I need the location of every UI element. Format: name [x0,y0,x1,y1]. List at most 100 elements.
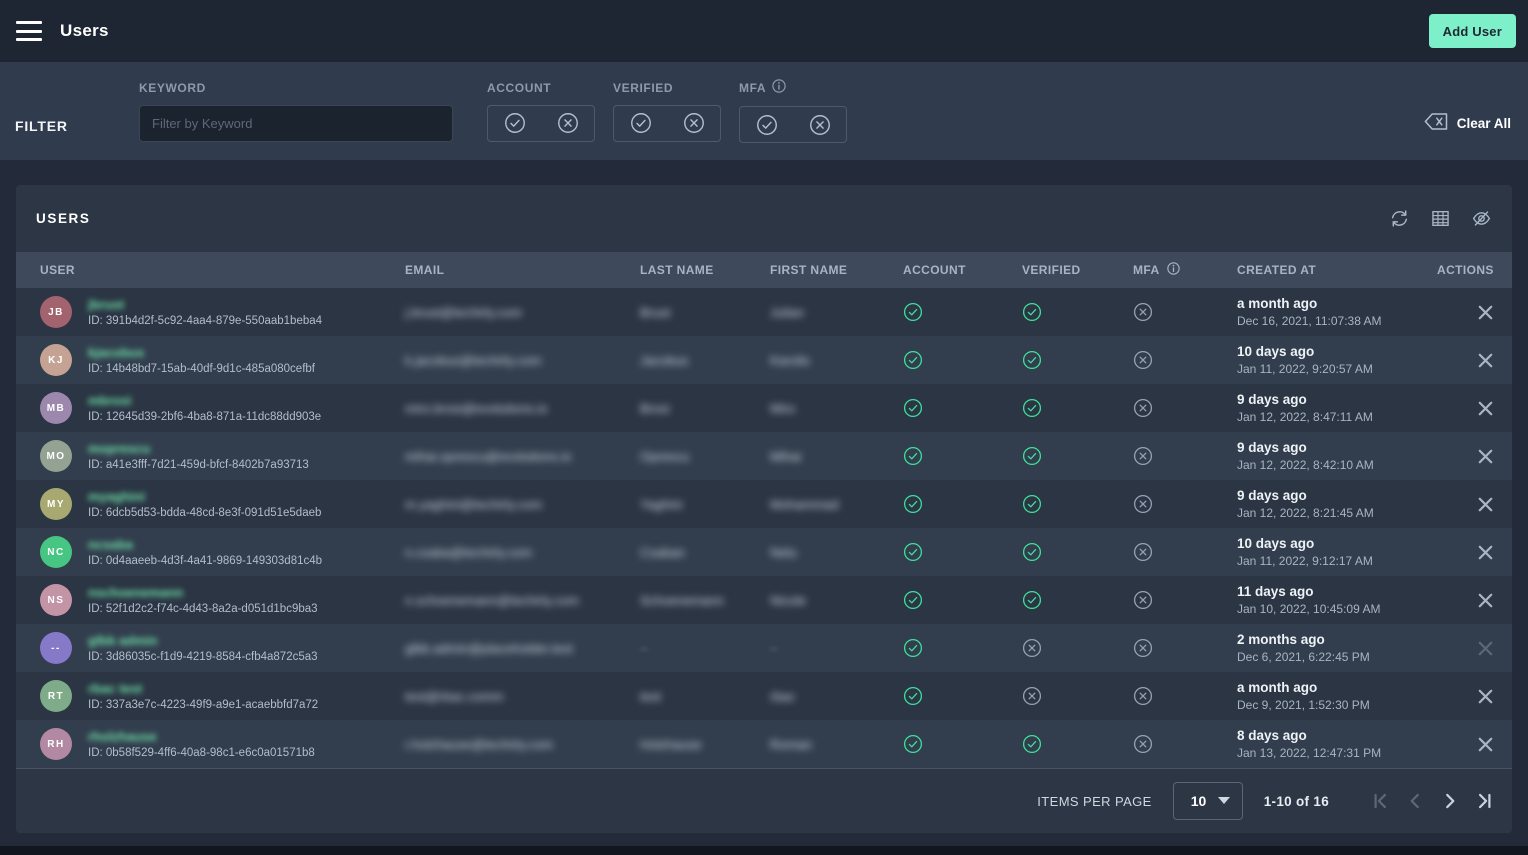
table-row[interactable]: NS nschoenemann ID: 52f1d2c2-f74c-4d43-8… [16,576,1512,624]
first-page-button[interactable] [1369,790,1391,812]
mfa-filter-label: MFA [739,79,847,96]
created-relative: a month ago [1237,296,1437,311]
username: jbrust [88,297,322,312]
table-row[interactable]: NC ncsaba ID: 0d4aaeeb-4d3f-4a41-9869-14… [16,528,1512,576]
username: moprescu [88,441,309,456]
first-name-cell: Nelu [770,545,903,560]
user-id: ID: 14b48bd7-15ab-40df-9d1c-485a080cefbf [88,363,315,375]
user-id: ID: 12645d39-2bf6-4ba8-871a-11dc88dd903e [88,411,321,423]
users-panel-title: USERS [36,211,91,226]
actions-cell [1437,544,1512,561]
first-name-cell: Miro [770,401,903,416]
info-icon[interactable] [772,79,786,96]
delete-user-icon[interactable] [1477,688,1494,705]
column-header-account: ACCOUNT [903,263,1022,277]
user-cell: KJ kjacobus ID: 14b48bd7-15ab-40df-9d1c-… [16,344,405,376]
table-row[interactable]: JB jbrust ID: 391b4d2f-5c92-4aa4-879e-55… [16,288,1512,336]
column-header-user: USER [16,263,405,277]
add-user-button[interactable]: Add User [1429,14,1516,48]
content-area: USERS USER EMAIL LAST [0,160,1528,855]
top-bar: Users Add User [0,0,1528,62]
check-circle-icon[interactable] [756,114,778,136]
last-name-cell: Csaban [640,545,770,560]
delete-user-icon[interactable] [1477,592,1494,609]
first-name-cell: Mohammad [770,497,903,512]
keyword-input[interactable] [139,105,453,142]
user-cell: RT rbac test ID: 337a3e7c-4223-49f9-a9e1… [16,680,405,712]
email-cell: k.jacobus@techirly.com [405,353,640,368]
clear-all-button[interactable]: Clear All [1424,112,1511,134]
created-date: Jan 12, 2022, 8:21:45 AM [1237,506,1437,520]
mfa-status-icon [1133,638,1237,658]
created-at-cell: a month ago Dec 9, 2021, 1:52:30 PM [1237,680,1437,712]
actions-cell [1437,688,1512,705]
delete-user-icon[interactable] [1477,640,1494,657]
verified-status-icon [1022,638,1133,658]
table-row[interactable]: KJ kjacobus ID: 14b48bd7-15ab-40df-9d1c-… [16,336,1512,384]
x-circle-icon[interactable] [557,112,579,134]
created-date: Jan 13, 2022, 12:47:31 PM [1237,746,1437,760]
created-at-cell: 2 months ago Dec 6, 2021, 6:22:45 PM [1237,632,1437,664]
verified-filter-toggle [613,105,721,142]
last-name-cell: Schoenemann [640,593,770,608]
created-at-cell: 11 days ago Jan 10, 2022, 10:45:09 AM [1237,584,1437,616]
last-name-cell: -- [640,641,770,655]
created-at-cell: 10 days ago Jan 11, 2022, 9:20:57 AM [1237,344,1437,376]
table-row[interactable]: RH rholzhause ID: 0b58f529-4ff6-40a8-98c… [16,720,1512,768]
account-status-icon [903,734,1022,754]
account-status-icon [903,590,1022,610]
delete-user-icon[interactable] [1477,352,1494,369]
delete-user-icon[interactable] [1477,304,1494,321]
avatar: MY [40,488,72,520]
table-row[interactable]: -- glbb admin ID: 3d86035c-f1d9-4219-858… [16,624,1512,672]
next-page-button[interactable] [1439,790,1461,812]
email-cell: n.csaba@techirly.com [405,545,640,560]
delete-user-icon[interactable] [1477,400,1494,417]
table-view-icon[interactable] [1430,208,1451,229]
user-id: ID: 0b58f529-4ff6-40a8-98c1-e6c0a01571b8 [88,747,315,759]
first-name-cell: Nicole [770,593,903,608]
check-circle-icon[interactable] [504,112,526,134]
avatar: MB [40,392,72,424]
delete-user-icon[interactable] [1477,736,1494,753]
items-per-page-select[interactable]: 10 [1173,782,1243,820]
mfa-status-icon [1133,350,1237,370]
x-circle-icon[interactable] [809,114,831,136]
info-icon[interactable] [1167,262,1180,278]
verified-status-icon [1022,494,1133,514]
actions-cell [1437,400,1512,417]
avatar: RH [40,728,72,760]
delete-user-icon[interactable] [1477,544,1494,561]
verified-status-icon [1022,542,1133,562]
check-circle-icon[interactable] [630,112,652,134]
previous-page-button[interactable] [1404,790,1426,812]
actions-cell [1437,496,1512,513]
table-row[interactable]: MY myaghini ID: 6dcb5d53-bdda-48cd-8e3f-… [16,480,1512,528]
verified-filter-group: VERIFIED [613,81,721,142]
menu-icon[interactable] [16,21,42,41]
created-relative: 11 days ago [1237,584,1437,599]
actions-cell [1437,304,1512,321]
user-cell: JB jbrust ID: 391b4d2f-5c92-4aa4-879e-55… [16,296,405,328]
user-cell: MY myaghini ID: 6dcb5d53-bdda-48cd-8e3f-… [16,488,405,520]
column-header-mfa: MFA [1133,262,1237,278]
account-status-icon [903,302,1022,322]
created-at-cell: 8 days ago Jan 13, 2022, 12:47:31 PM [1237,728,1437,760]
verified-filter-label: VERIFIED [613,81,721,95]
email-cell: test@rbac.comm [405,689,640,704]
delete-user-icon[interactable] [1477,448,1494,465]
table-row[interactable]: MB mbrosi ID: 12645d39-2bf6-4ba8-871a-11… [16,384,1512,432]
account-status-icon [903,686,1022,706]
created-relative: 9 days ago [1237,392,1437,407]
mfa-status-icon [1133,590,1237,610]
x-circle-icon[interactable] [683,112,705,134]
avatar: MO [40,440,72,472]
created-at-cell: 9 days ago Jan 12, 2022, 8:42:10 AM [1237,440,1437,472]
refresh-icon[interactable] [1389,208,1410,229]
eye-off-icon[interactable] [1471,208,1492,229]
delete-user-icon[interactable] [1477,496,1494,513]
last-page-button[interactable] [1474,790,1496,812]
table-row[interactable]: MO moprescu ID: a41e3fff-7d21-459d-bfcf-… [16,432,1512,480]
table-row[interactable]: RT rbac test ID: 337a3e7c-4223-49f9-a9e1… [16,672,1512,720]
avatar: JB [40,296,72,328]
